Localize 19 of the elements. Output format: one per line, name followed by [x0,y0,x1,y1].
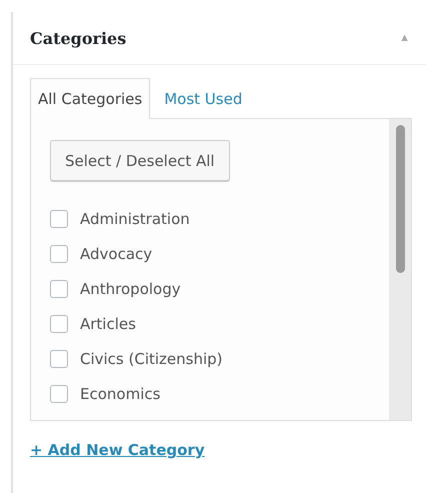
tab[interactable]: All Categories [30,78,150,119]
tab[interactable]: Most Used [156,78,250,119]
checkbox[interactable] [50,210,68,228]
add-category-link[interactable]: + Add New Category [30,441,205,459]
scrollbar-thumb[interactable] [396,125,404,273]
category-label: Administration [80,210,190,228]
category-label: Economics [80,384,160,402]
checkbox[interactable] [50,314,68,332]
checkbox[interactable] [50,350,68,368]
category-label: Articles [80,314,136,332]
checkbox[interactable] [50,280,68,298]
select-all-button[interactable]: Select / Deselect All [50,140,230,181]
panel-title: Categories [30,28,126,48]
checkbox[interactable] [50,244,68,262]
category-label: Anthropology [80,280,181,298]
category-label: Civics (Citizenship) [80,350,223,368]
checkbox[interactable] [50,384,68,402]
category-label: Advocacy [80,244,152,262]
collapse-button[interactable]: ▲ [399,32,410,44]
